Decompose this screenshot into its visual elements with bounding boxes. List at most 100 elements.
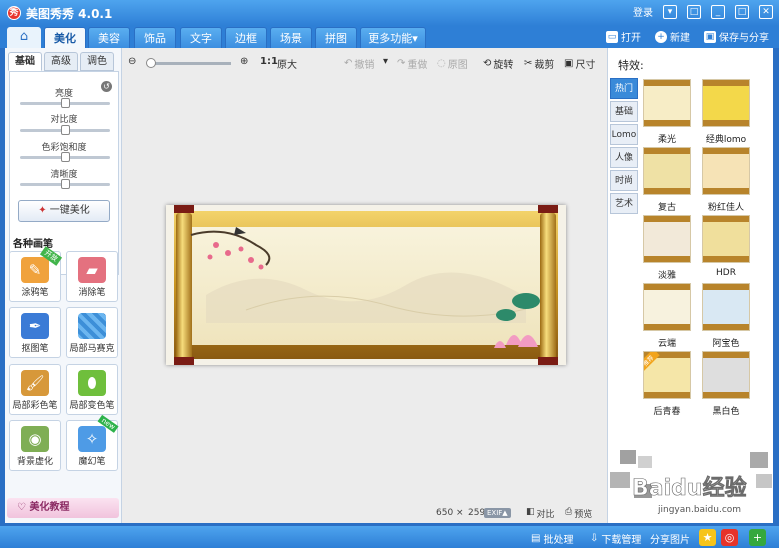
crop-button[interactable]: ✂ 裁剪 <box>524 56 554 71</box>
contrast-slider-knob[interactable] <box>61 125 70 135</box>
zoom-slider[interactable] <box>146 58 231 68</box>
zoom-in-icon[interactable]: ⊕ <box>240 56 251 67</box>
tutorial-label: 美化教程 <box>29 502 70 513</box>
subtab-basic[interactable]: 基础 <box>8 52 42 71</box>
tab-more-features[interactable]: 更多功能▾ <box>360 27 426 48</box>
blur-background-button[interactable]: ◉ 背景虚化 <box>9 420 61 471</box>
undo-button[interactable]: ↶ 撤销 <box>344 56 374 71</box>
sharpness-slider[interactable] <box>20 179 110 189</box>
effect-category-hot[interactable]: 热门 <box>610 78 638 99</box>
watermark-text: Baidu经验 <box>632 475 747 501</box>
compare-button[interactable]: ◧ 对比 <box>526 507 555 520</box>
magic-icon: ✦ <box>38 205 47 216</box>
tab-text[interactable]: 文字 <box>180 27 222 48</box>
color-brush-button[interactable]: 🖌 局部彩色笔 <box>9 364 61 415</box>
login-link[interactable]: 登录 <box>633 4 653 19</box>
brightness-slider-knob[interactable] <box>61 98 70 108</box>
effect-thumbnail[interactable] <box>702 351 750 399</box>
close-button[interactable]: ✕ <box>759 4 773 19</box>
redo-button[interactable]: ↷ 重做 <box>397 56 427 71</box>
effect-thumbnail[interactable] <box>643 215 691 263</box>
rotate-button[interactable]: ⟲ 旋转 <box>483 56 513 71</box>
original-image-button[interactable]: ◌ 原图 <box>437 56 468 71</box>
redo-icon: ↷ <box>397 58 406 69</box>
effect-category-lomo[interactable]: Lomo <box>610 124 638 145</box>
magic-brush-button[interactable]: ✧ 魔幻笔 new <box>66 414 119 471</box>
share-label: 分享图片 <box>650 535 690 546</box>
tab-collage[interactable]: 拼图 <box>315 27 357 48</box>
home-tab[interactable]: ⌂ <box>7 27 41 48</box>
saturation-slider-knob[interactable] <box>61 152 70 162</box>
tab-beautify[interactable]: 美化 <box>44 27 86 48</box>
cutout-brush-label: 抠图笔 <box>21 344 49 354</box>
effect-thumbnail[interactable] <box>702 79 750 127</box>
minimize-button[interactable]: _ <box>711 4 725 19</box>
canvas-toolbar: ⊖ ⊕ 1:1 原大 ↶ 撤销 ▾ ↷ 重做 ◌ 原图 ⟲ 旋转 ✂ 裁剪 ▣ 尺寸 <box>122 52 607 72</box>
skin-menu-button[interactable]: ▾ <box>663 4 677 19</box>
compare-icon: ◧ <box>526 507 535 517</box>
feedback-button[interactable]: □ <box>687 4 701 19</box>
undo-dropdown-icon[interactable]: ▾ <box>383 56 388 67</box>
zoom-slider-knob[interactable] <box>146 58 156 68</box>
effect-category-portrait[interactable]: 人像 <box>610 147 638 168</box>
cutout-brush-button[interactable]: ✒ 抠图笔 <box>9 307 61 358</box>
star-icon[interactable]: ★ <box>699 529 716 546</box>
tab-frame[interactable]: 边框 <box>225 27 267 48</box>
zoom-out-icon[interactable]: ⊖ <box>128 56 139 67</box>
doodle-brush-button[interactable]: ✎ 涂鸦笔 开放 <box>9 246 63 302</box>
beautify-tutorial-button[interactable]: ♡ 美化教程 <box>7 498 119 518</box>
open-button[interactable]: ▭ 打开 <box>606 29 641 44</box>
effect-category-art[interactable]: 艺术 <box>610 193 638 214</box>
tab-beauty[interactable]: 美容 <box>88 27 130 48</box>
original-size-button[interactable]: 原大 <box>277 56 297 71</box>
weibo-icon[interactable]: ◎ <box>721 529 738 546</box>
image-width: 650 <box>436 508 454 518</box>
download-manager-button[interactable]: ⇩ 下载管理 <box>590 531 641 546</box>
eraser-brush-button[interactable]: ▰ 消除笔 <box>66 251 118 302</box>
effect-label: 云端 <box>657 339 676 349</box>
original-icon: ◌ <box>437 58 446 69</box>
share-image-button[interactable]: 分享图片 <box>650 531 690 546</box>
title-bar: 秀 美图秀秀 4.0.1 登录 ▾ □ _ □ ✕ <box>0 0 779 26</box>
contrast-slider[interactable] <box>20 125 110 135</box>
effect-thumbnail[interactable] <box>702 283 750 331</box>
effect-category-fashion[interactable]: 时尚 <box>610 170 638 191</box>
resize-button[interactable]: ▣ 尺寸 <box>564 56 595 71</box>
effect-thumbnail[interactable] <box>643 147 691 195</box>
exif-button[interactable]: EXIF▲ <box>484 508 511 518</box>
tab-accessories[interactable]: 饰品 <box>134 27 176 48</box>
mosaic-brush-button[interactable]: 局部马赛克 <box>66 307 118 358</box>
batch-label: 批处理 <box>543 535 574 546</box>
one-click-beautify-button[interactable]: ✦ 一键美化 <box>18 200 110 222</box>
mosaic-icon <box>78 313 106 339</box>
effect-thumbnail[interactable] <box>702 147 750 195</box>
save-share-button[interactable]: ▣ 保存与分享 <box>704 29 769 44</box>
brightness-slider[interactable] <box>20 98 110 108</box>
effect-thumbnail[interactable]: 推荐 <box>643 351 691 399</box>
cutout-pen-icon: ✒ <box>21 313 49 339</box>
canvas-status-bar: 650 × 259 EXIF▲ ◧ 对比 ⎙ 预览 <box>122 505 607 523</box>
effect-thumbnail[interactable] <box>702 215 750 263</box>
effect-category-basic[interactable]: 基础 <box>610 101 638 122</box>
sharpness-slider-knob[interactable] <box>61 179 70 189</box>
effect-label: 复古 <box>657 203 676 213</box>
batch-process-button[interactable]: ▤ 批处理 <box>531 531 573 546</box>
add-plus-icon[interactable]: + <box>749 529 766 546</box>
saturation-slider[interactable] <box>20 152 110 162</box>
effect-thumbnail[interactable] <box>643 283 691 331</box>
effect-label: 柔光 <box>657 135 676 145</box>
subtab-advanced[interactable]: 高级 <box>44 52 78 71</box>
new-button[interactable]: + 新建 <box>655 29 690 44</box>
subtab-color[interactable]: 调色 <box>80 52 114 71</box>
zoom-ratio: 1:1 <box>260 56 278 67</box>
tab-scene[interactable]: 场景 <box>270 27 312 48</box>
one-click-label: 一键美化 <box>49 205 90 216</box>
recolor-brush-button[interactable]: ⬮ 局部变色笔 <box>66 364 118 415</box>
effect-thumbnail[interactable] <box>643 79 691 127</box>
doodle-brush-label: 涂鸦笔 <box>21 288 49 298</box>
batch-icon: ▤ <box>531 533 541 544</box>
preview-button[interactable]: ⎙ 预览 <box>565 507 592 520</box>
maximize-button[interactable]: □ <box>735 4 749 19</box>
compare-label: 对比 <box>536 510 555 520</box>
effect-label: 淡雅 <box>657 271 676 281</box>
